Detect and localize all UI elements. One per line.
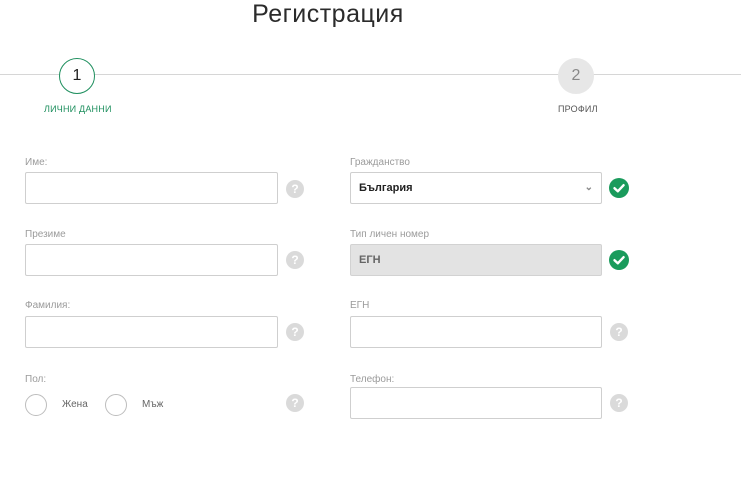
chevron-down-icon: ⌄ — [584, 182, 593, 193]
step-2-label: ПРОФИЛ — [558, 104, 598, 114]
gender-male-radio[interactable] — [105, 394, 127, 416]
last-name-help-icon[interactable]: ? — [286, 323, 304, 341]
egn-label: ЕГН — [350, 300, 370, 311]
gender-male-label[interactable]: Мъж — [142, 399, 163, 410]
first-name-label: Име: — [25, 157, 48, 168]
citizenship-label: Гражданство — [350, 157, 410, 168]
last-name-input[interactable] — [25, 316, 278, 348]
id-type-label: Тип личен номер — [350, 229, 430, 240]
citizenship-valid-check-icon — [609, 178, 629, 198]
citizenship-select[interactable]: България ⌄ — [350, 172, 602, 204]
id-type-input: ЕГН — [350, 244, 602, 276]
first-name-help-icon[interactable]: ? — [286, 180, 304, 198]
stepper-line — [0, 74, 741, 75]
egn-input[interactable] — [350, 316, 602, 348]
page-title: Регистрация — [252, 0, 404, 28]
phone-input[interactable] — [350, 387, 602, 419]
gender-female-radio[interactable] — [25, 394, 47, 416]
phone-label: Телефон: — [350, 374, 395, 385]
gender-label: Пол: — [25, 374, 47, 385]
first-name-input[interactable] — [25, 172, 278, 204]
middle-name-help-icon[interactable]: ? — [286, 251, 304, 269]
last-name-label: Фамилия: — [25, 300, 71, 311]
middle-name-label: Презиме — [25, 229, 66, 240]
phone-help-icon[interactable]: ? — [610, 394, 628, 412]
egn-help-icon[interactable]: ? — [610, 323, 628, 341]
id-type-valid-check-icon — [609, 250, 629, 270]
step-2-circle[interactable]: 2 — [558, 58, 594, 94]
gender-female-label[interactable]: Жена — [62, 399, 88, 410]
middle-name-input[interactable] — [25, 244, 278, 276]
step-1-label: ЛИЧНИ ДАННИ — [44, 104, 112, 114]
step-1-circle[interactable]: 1 — [59, 58, 95, 94]
citizenship-value: България — [359, 182, 413, 194]
gender-help-icon[interactable]: ? — [286, 394, 304, 412]
